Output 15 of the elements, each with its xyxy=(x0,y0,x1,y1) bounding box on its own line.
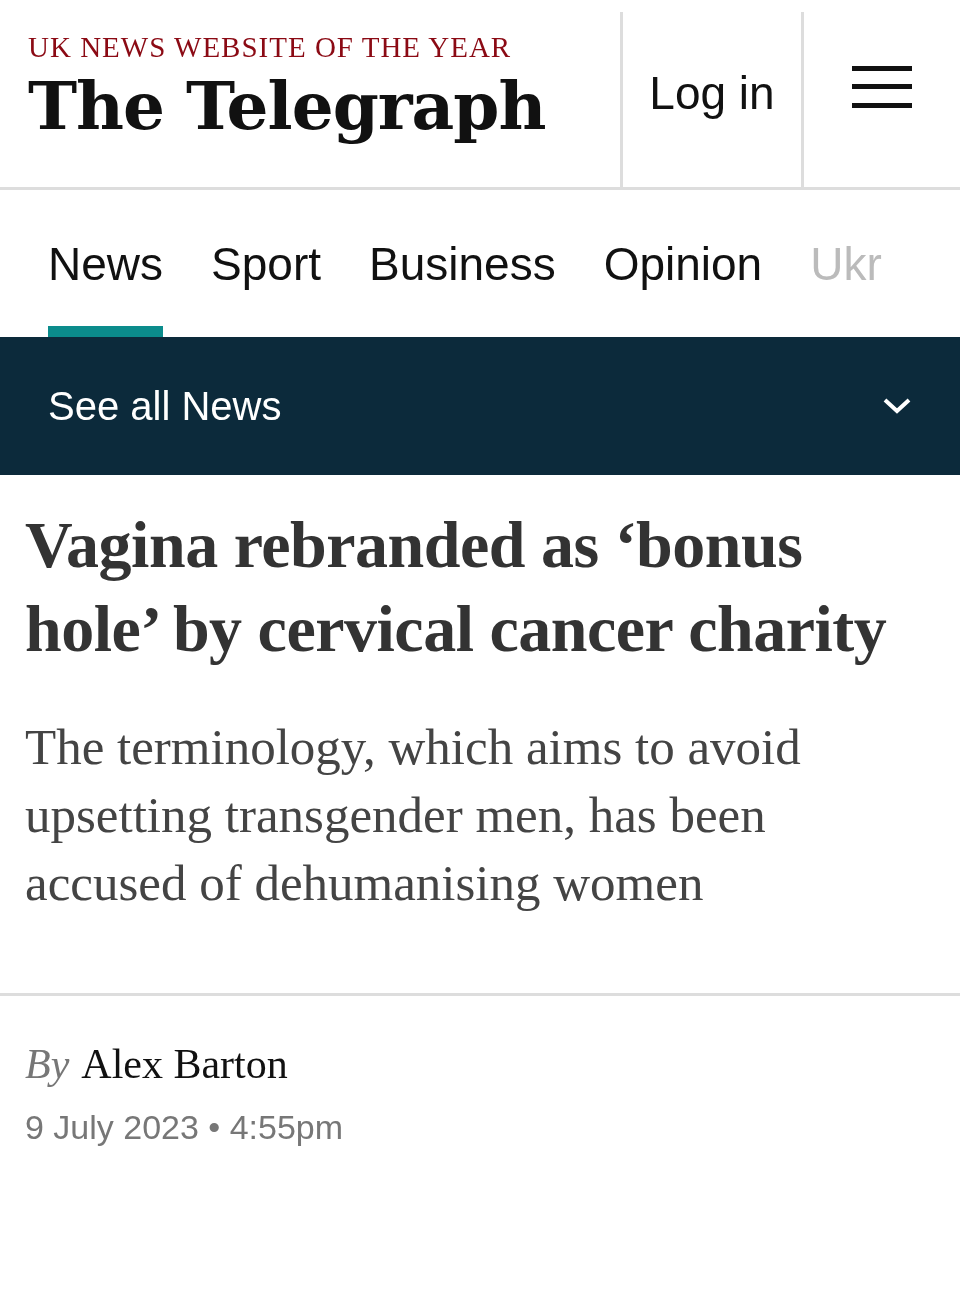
tagline: UK NEWS WEBSITE OF THE YEAR xyxy=(28,30,512,64)
byline-prefix: By xyxy=(25,1040,70,1088)
logo[interactable]: The Telegraph xyxy=(28,64,546,148)
chevron-icon[interactable] xyxy=(882,397,912,415)
author-link[interactable]: Alex Barton xyxy=(81,1040,288,1088)
section-bar[interactable]: See all News xyxy=(0,337,960,475)
section-label: See all News xyxy=(48,383,282,429)
nav-tab[interactable]: Business xyxy=(369,190,556,337)
publish-date: 9 July 2023 • 4:55pm xyxy=(25,1108,344,1147)
menu-icon[interactable] xyxy=(852,65,912,108)
nav-tab[interactable]: Opinion xyxy=(603,190,763,337)
login-button[interactable]: Log in xyxy=(620,12,804,187)
standfirst: The terminology, which aims to avoid upsetting transgender men, has been accused of dehumanising women xyxy=(25,718,802,913)
nav-tab[interactable]: Sport xyxy=(211,190,321,337)
headline: Vagina rebranded as ‘bonus hole’ by cervical cancer charity xyxy=(25,507,888,667)
